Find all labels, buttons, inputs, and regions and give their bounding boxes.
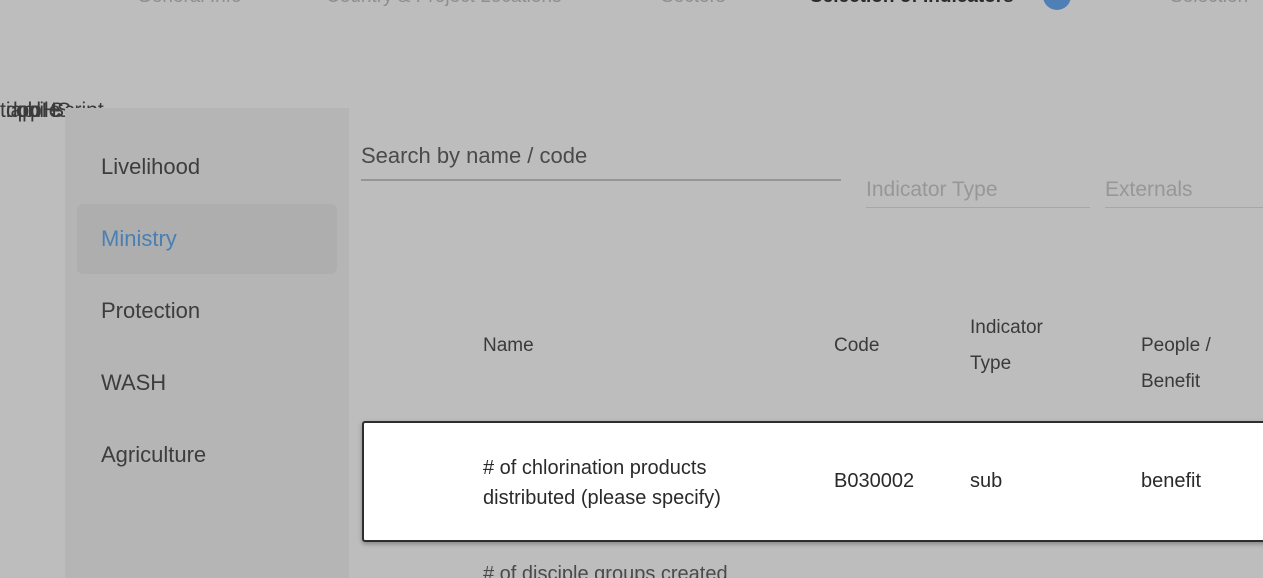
sidebar-item-ministry[interactable]: Ministry [77,204,337,274]
sidebar-item-agriculture[interactable]: Agriculture [77,420,337,490]
column-header-code[interactable]: Code [834,328,879,364]
table-row-partial[interactable]: # of disciple groups created [483,563,728,578]
info-icon[interactable] [1043,0,1071,10]
column-header-indicator-type[interactable]: Type [970,346,1011,382]
row-people-cell: benefit [1141,470,1202,492]
indicator-type-select[interactable]: Indicator Type [866,172,1090,208]
column-header-name[interactable]: Name [483,328,534,364]
search-placeholder: Search by name / code [361,143,588,168]
stepper: General Info Country & Project Locations… [0,0,1263,16]
step-selection[interactable]: Selection [1170,0,1248,8]
step-selection-of-indicators[interactable]: Selection of Indicators [810,0,1014,8]
column-header-people-benefit[interactable]: Benefit [1141,364,1200,400]
step-country-locations[interactable]: Country & Project Locations [326,0,562,8]
row-name-cell: # of chlorination products distributed (… [483,453,721,513]
row-name-line: distributed (please specify) [483,487,721,509]
sidebar-item-wash[interactable]: WASH [77,348,337,418]
row-type-cell: sub [970,470,1003,492]
search-input[interactable]: Search by name / code [361,136,841,181]
column-header-people-benefit[interactable]: People / [1141,328,1211,364]
sidebar-item-protection[interactable]: Protection [77,276,337,346]
step-general-info[interactable]: General Info [137,0,242,8]
table-row[interactable]: # of chlorination products distributed (… [362,421,1263,542]
row-code-cell: B030002 [834,470,915,492]
sector-sidebar: Livelihood Ministry Protection WASH Agri… [65,108,349,578]
row-name-line: # of chlorination products [483,457,707,479]
column-header-indicator-type[interactable]: Indicator [970,310,1043,346]
sidebar-item-livelihood[interactable]: Livelihood [77,132,337,202]
step-sectors[interactable]: Sectors [661,0,725,8]
externals-select[interactable]: Externals [1105,172,1263,208]
